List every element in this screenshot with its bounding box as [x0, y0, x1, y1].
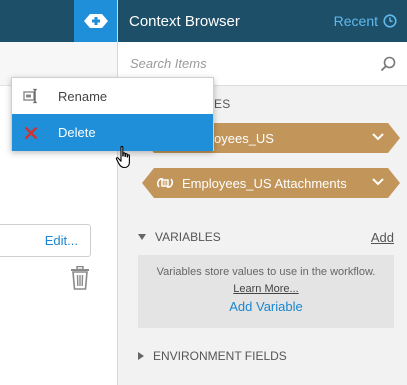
variables-title: VARIABLES	[155, 230, 221, 244]
chip-label: oyees_US	[214, 130, 274, 146]
section-label-partial: ES	[214, 97, 231, 111]
edit-field[interactable]: Edit...	[0, 224, 91, 257]
chevron-down-icon[interactable]	[372, 177, 384, 187]
collapsed-triangle-icon	[138, 352, 144, 360]
plus-icon	[83, 14, 108, 28]
menu-item-rename[interactable]: Rename	[12, 78, 213, 114]
recent-label: Recent	[333, 13, 378, 29]
panel-title: Context Browser	[129, 12, 240, 30]
add-variable-button[interactable]: Add Variable	[138, 299, 394, 314]
menu-item-label: Delete	[58, 125, 96, 140]
context-menu: Rename Delete	[11, 77, 214, 151]
search-input[interactable]	[130, 56, 380, 71]
learn-more-link[interactable]: Learn More...	[233, 283, 298, 295]
context-browser-panel: Context Browser Recent ES oyees_US	[117, 0, 407, 385]
hand-cursor-icon	[115, 145, 130, 169]
variables-description: Variables store values to use in the wor…	[156, 266, 376, 278]
attachments-icon	[156, 176, 174, 190]
variables-header[interactable]: VARIABLES Add	[138, 228, 394, 246]
rename-icon	[12, 88, 50, 104]
menu-item-label: Rename	[58, 88, 108, 104]
menu-item-delete[interactable]: Delete	[12, 114, 213, 151]
edit-link[interactable]: Edit...	[45, 233, 78, 248]
environment-fields-title: ENVIRONMENT FIELDS	[153, 349, 287, 363]
search-icon[interactable]	[380, 56, 396, 72]
chip-label: Employees_US Attachments	[182, 175, 347, 191]
trash-icon[interactable]	[70, 265, 90, 290]
add-variable-link[interactable]: Add	[371, 230, 394, 245]
add-button[interactable]	[74, 0, 117, 42]
environment-fields-header[interactable]: ENVIRONMENT FIELDS	[138, 347, 394, 365]
chevron-down-icon[interactable]	[372, 132, 384, 142]
expanded-triangle-icon	[138, 234, 146, 240]
delete-x-icon	[12, 126, 50, 140]
chip-employees-us-attachments[interactable]: Employees_US Attachments	[142, 168, 400, 198]
clock-icon	[383, 14, 397, 28]
panel-header: Context Browser Recent	[118, 0, 407, 42]
recent-button[interactable]: Recent	[334, 13, 397, 29]
variables-empty-box: Variables store values to use in the wor…	[138, 255, 394, 328]
